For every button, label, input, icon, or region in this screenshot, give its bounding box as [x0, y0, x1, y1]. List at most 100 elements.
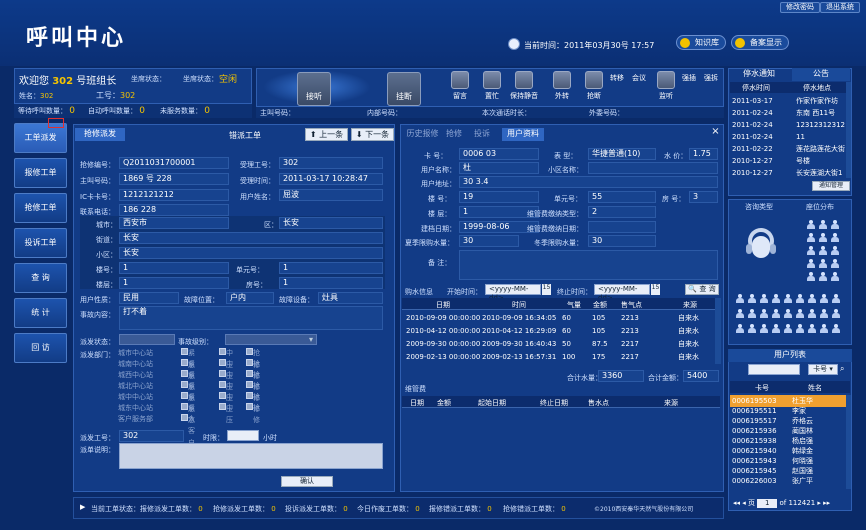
checkbox[interactable]	[246, 403, 253, 410]
seat-icon[interactable]	[748, 309, 756, 318]
table-row[interactable]: 2010-04-12 00:00:00 2010-04-12 16:29:09 60…	[402, 325, 715, 337]
next-button[interactable]: ⬇ 下一条	[351, 128, 394, 141]
sidebar-item-repair[interactable]: 报修工单	[14, 158, 67, 188]
tab-history-repair[interactable]: 历史报修	[404, 128, 441, 141]
order-no-field[interactable]: Q2011031700001	[119, 157, 229, 169]
seat-icon[interactable]	[736, 294, 744, 303]
checkbox[interactable]	[219, 392, 226, 399]
user-search-input[interactable]	[748, 364, 800, 375]
grab-icon[interactable]	[585, 71, 603, 89]
price-field[interactable]: 1.75	[689, 148, 718, 160]
building-no-field[interactable]: 19	[459, 191, 539, 203]
seat-icon[interactable]	[784, 324, 792, 333]
seat-icon[interactable]	[796, 324, 804, 333]
seat-icon[interactable]	[784, 309, 792, 318]
list-item[interactable]: 2011-03-17 作家作家作坊	[730, 95, 846, 107]
checkbox[interactable]	[219, 348, 226, 355]
tab-announcement[interactable]: 公告	[792, 68, 850, 81]
seat-icon[interactable]	[784, 294, 792, 303]
seat-icon[interactable]	[819, 246, 827, 255]
list-item[interactable]: 2011-02-24 12312312312	[730, 119, 846, 131]
checkbox[interactable]	[219, 370, 226, 377]
meter-type-field[interactable]: 华捷普通(10)	[588, 148, 656, 160]
seat-icon[interactable]	[819, 272, 827, 281]
district-field[interactable]: 长安	[279, 217, 383, 229]
accept-field[interactable]: 302	[279, 157, 383, 169]
sidebar-item-revisit[interactable]: 回 访	[14, 333, 67, 363]
checkbox[interactable]	[246, 359, 253, 366]
dispatch-state-select[interactable]	[119, 334, 175, 345]
seat-icon[interactable]	[832, 294, 840, 303]
seat-icon[interactable]	[736, 309, 744, 318]
remark-field[interactable]	[459, 250, 718, 280]
room-no-field[interactable]: 3	[689, 191, 718, 203]
tab-complaint[interactable]: 投诉	[472, 128, 492, 141]
seat-icon[interactable]	[807, 272, 815, 281]
transfer-out-icon[interactable]	[553, 71, 571, 89]
memo-button[interactable]: 备案显示	[731, 35, 789, 50]
card-field[interactable]: 0006 03	[459, 148, 539, 160]
seat-icon[interactable]	[808, 294, 816, 303]
checkbox[interactable]	[181, 403, 188, 410]
floor-field[interactable]: 1	[119, 277, 229, 289]
sidebar-item-query[interactable]: 查 询	[14, 263, 67, 293]
calendar-icon[interactable]: 15	[651, 284, 660, 295]
caller-no-field[interactable]: 1869 号 228	[119, 173, 229, 185]
search-icon[interactable]: ⌕	[840, 364, 850, 375]
prev-page-icon[interactable]: ◂	[742, 499, 746, 507]
barge-in-label[interactable]: 强插	[682, 73, 696, 83]
seat-icon[interactable]	[820, 324, 828, 333]
calendar-icon[interactable]: 15	[542, 284, 551, 295]
checkbox[interactable]	[246, 381, 253, 388]
conference-label[interactable]: 会议	[632, 73, 646, 83]
seat-icon[interactable]	[772, 324, 780, 333]
list-item[interactable]: 2011-02-24 11	[730, 131, 846, 143]
seat-icon[interactable]	[772, 309, 780, 318]
seat-icon[interactable]	[831, 272, 839, 281]
notice-manage-button[interactable]: 通知管理	[812, 181, 850, 191]
busy-icon[interactable]	[483, 71, 501, 89]
seat-icon[interactable]	[831, 259, 839, 268]
seat-icon[interactable]	[832, 324, 840, 333]
seat-icon[interactable]	[831, 246, 839, 255]
maint-date-field[interactable]	[588, 221, 656, 233]
user-list-scrollbar[interactable]	[846, 395, 851, 489]
next-page-icon[interactable]: ▸	[817, 499, 821, 507]
street-field[interactable]: 长安	[119, 232, 383, 244]
ic-card-field[interactable]: 1212121212	[119, 189, 229, 201]
checkbox[interactable]	[246, 392, 253, 399]
start-date-input[interactable]: <yyyy-MM-dd>	[485, 284, 541, 302]
seat-icon[interactable]	[772, 294, 780, 303]
checkbox[interactable]	[246, 370, 253, 377]
seat-icon[interactable]	[820, 309, 828, 318]
first-page-icon[interactable]: ◂◂	[733, 499, 740, 507]
sidebar-item-statistics[interactable]: 统 计	[14, 298, 67, 328]
content-field[interactable]: 打不着	[119, 306, 383, 330]
list-item[interactable]: 2011-02-22 莲花路莲花大街	[730, 143, 846, 155]
tab-emergency[interactable]: 抢修	[444, 128, 464, 141]
city-field[interactable]: 西安市	[119, 217, 229, 229]
building-field[interactable]: 1	[119, 262, 229, 274]
message-icon[interactable]	[451, 71, 469, 89]
table-row[interactable]: 2009-02-13 00:00:00 2009-02-13 16:57:31 10…	[402, 351, 715, 363]
dispatch-desc-input[interactable]	[119, 443, 383, 469]
logout-link[interactable]: 退出系统	[820, 2, 860, 13]
time-limit-input[interactable]	[227, 430, 259, 441]
seat-icon[interactable]	[832, 309, 840, 318]
change-password-link[interactable]: 修改密码	[780, 2, 820, 13]
checkbox[interactable]	[219, 403, 226, 410]
checkbox[interactable]	[181, 359, 188, 366]
last-page-icon[interactable]: ▸▸	[823, 499, 830, 507]
total-water-field[interactable]: 3360	[598, 370, 644, 382]
hold-icon[interactable]	[515, 71, 533, 89]
seat-icon[interactable]	[831, 233, 839, 242]
seat-icon[interactable]	[748, 294, 756, 303]
summer-limit-field[interactable]: 30	[459, 235, 519, 247]
search-field-select[interactable]: 卡号 ▾	[808, 364, 838, 375]
seat-icon[interactable]	[807, 220, 815, 229]
transfer-label[interactable]: 转移	[610, 73, 624, 83]
checkbox[interactable]	[181, 392, 188, 399]
seat-icon[interactable]	[748, 324, 756, 333]
seat-icon[interactable]	[808, 309, 816, 318]
fault-pos-field[interactable]: 户内	[226, 292, 274, 304]
